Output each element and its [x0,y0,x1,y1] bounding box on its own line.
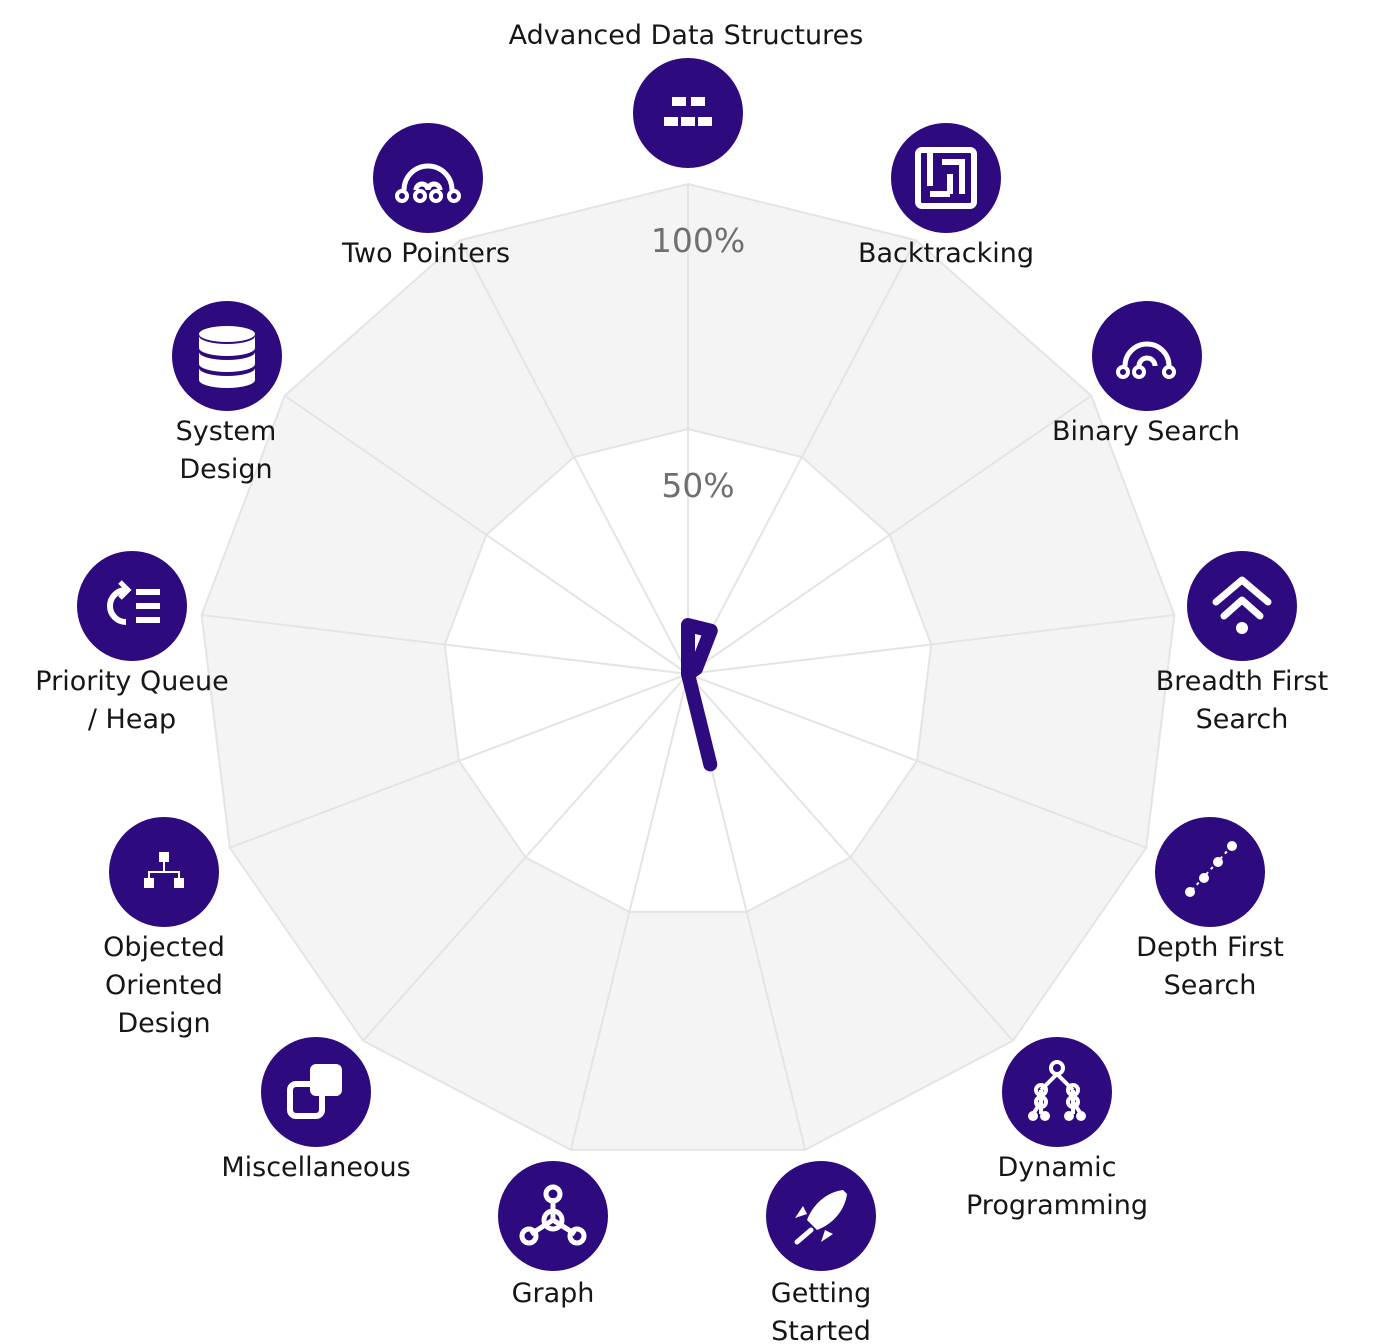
axis-miscellaneous: Miscellaneous [221,1037,411,1183]
axis-label: Dynamic Programming [966,1152,1148,1221]
graph-nodes-icon [498,1161,608,1271]
axis-graph: Graph [498,1161,608,1309]
ring-label: 100% [651,221,745,260]
rocket-icon [766,1161,876,1271]
data-structure-icon [633,58,743,168]
three-node-arc-icon [373,123,483,233]
axis-label: System Design [176,416,277,485]
axis-two-pointers: Two Pointers [341,123,510,269]
database-icon [172,301,282,411]
tree-icon [1002,1037,1112,1147]
axis-system-design: System Design [172,301,282,485]
data-point [708,762,713,767]
data-point [694,666,699,671]
axis-breadth-first-search: Breadth First Search [1156,551,1328,735]
axis-label: Binary Search [1052,416,1240,447]
axis-label: Objected Oriented Design [103,932,225,1039]
axis-label: Breadth First Search [1156,666,1328,735]
axis-objected-oriented-design: Objected Oriented Design [103,817,225,1039]
axis-dynamic-programming: Dynamic Programming [966,1037,1148,1221]
maze-icon [891,123,1001,233]
axis-binary-search: Binary Search [1052,301,1240,447]
overlapping-squares-icon [261,1037,371,1147]
axis-label: Getting Started [771,1278,871,1344]
axis-priority-queue-heap: Priority Queue / Heap [35,551,229,735]
axis-label: Backtracking [858,238,1034,269]
axis-depth-first-search: Depth First Search [1136,817,1284,1001]
data-point [686,623,690,627]
axis-label: Depth First Search [1136,932,1284,1001]
axis-label: Advanced Data Structures [509,20,864,51]
axis-label: Priority Queue / Heap [35,666,228,735]
radar-chart: 100% 50% Advanced Data Structures Backtrac… [35,20,1328,1344]
axis-label: Miscellaneous [221,1152,410,1183]
data-point [708,628,713,633]
axis-getting-started: Getting Started [766,1161,876,1344]
hierarchy-icon [109,817,219,927]
axis-backtracking: Backtracking [858,123,1034,269]
diagonal-path-icon [1155,817,1265,927]
axis-label: Graph [512,1278,595,1309]
data-point [686,672,690,676]
wave-up-icon [1187,551,1297,661]
queue-list-icon [77,551,187,661]
ring-label: 50% [661,466,734,505]
axis-label: Two Pointers [341,238,510,269]
axis-advanced-data-structures: Advanced Data Structures [509,20,864,168]
arc-nodes-icon [1092,301,1202,411]
